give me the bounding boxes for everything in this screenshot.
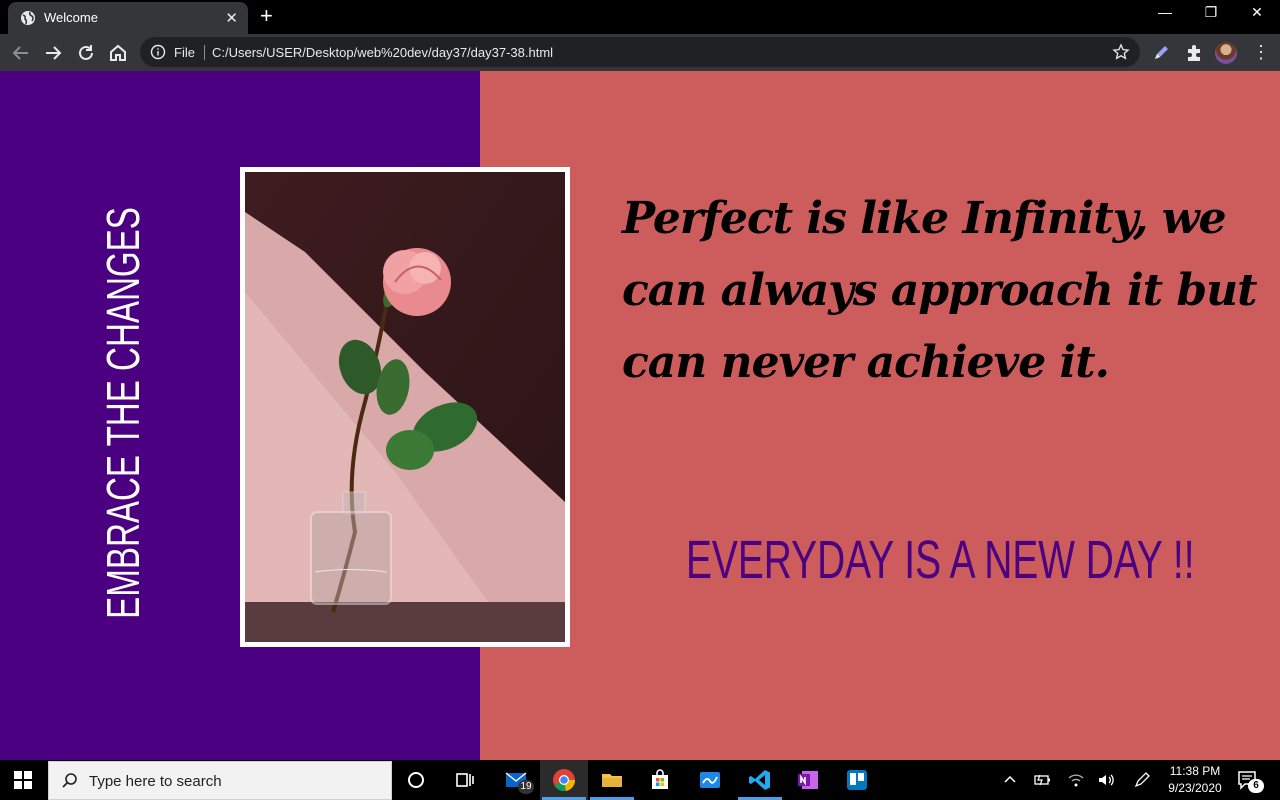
taskbar-search-input[interactable]: Type here to search [48,761,392,800]
url-divider [204,45,205,60]
close-tab-icon[interactable]: ✕ [225,9,238,27]
onenote-icon [798,771,818,789]
notification-count: 6 [1248,779,1264,793]
clock-time: 11:38 PM [1169,764,1221,778]
chrome-icon [553,769,576,792]
task-view-icon [456,773,474,787]
pen-workspace-button[interactable] [1132,770,1152,790]
cortana-button[interactable] [392,760,440,800]
web-page: EMBRACE THE CHANGES Perfect is like Infi… [0,71,1280,760]
extensions-puzzle-icon[interactable] [1184,43,1204,63]
search-placeholder: Type here to search [89,773,222,790]
restore-button[interactable]: ❐ [1188,4,1234,21]
address-bar[interactable]: File C:/Users/USER/Desktop/web%20dev/day… [140,37,1140,67]
url-text[interactable]: C:/Users/USER/Desktop/web%20dev/day37/da… [212,45,553,60]
windows-start-icon[interactable] [14,771,32,789]
speaker-icon [1099,774,1114,786]
right-panel [480,71,1280,760]
tagline: EVERYDAY IS A NEW DAY !! [686,529,1280,591]
taskbar-clock[interactable]: 11:38 PM 9/23/2020 [1160,763,1230,797]
whiteboard-icon [700,772,720,788]
show-hidden-icons-button[interactable] [1000,770,1020,790]
wifi-icon [1068,774,1084,787]
arrow-left-icon [12,46,28,60]
reload-button[interactable] [73,40,99,66]
volume-tray-button[interactable] [1096,770,1116,790]
new-tab-button[interactable]: + [260,5,273,27]
battery-icon [1034,774,1050,786]
browser-menu-icon[interactable]: ⋮ [1252,42,1270,62]
vertical-heading-text: EMBRACE THE CHANGES [97,207,149,619]
rose-in-vase-image [245,172,565,642]
reload-icon [79,45,93,60]
vscode-icon [749,770,770,790]
forward-button[interactable] [40,40,66,66]
folder-icon [602,774,622,787]
tab-welcome[interactable]: Welcome ✕ [8,2,248,34]
task-view-button[interactable] [440,760,488,800]
minimize-button[interactable]: — [1142,4,1188,20]
browser-toolbar: File C:/Users/USER/Desktop/web%20dev/day… [0,34,1280,71]
mail-app-button[interactable]: 19 [492,760,540,800]
home-icon [110,44,126,61]
chrome-app-button[interactable] [540,760,588,800]
close-window-button[interactable]: ✕ [1234,4,1280,21]
wifi-tray-button[interactable] [1066,770,1086,790]
windows-taskbar: Type here to search 19 11:38 PM 9/23/202… [0,760,1280,800]
info-icon[interactable] [150,44,166,60]
quote-text: Perfect is like Infinity, we can always … [622,193,1258,388]
rose-photo [245,172,565,642]
trello-icon [847,770,867,790]
store-bag-icon [652,769,668,789]
pen-icon [1134,772,1150,788]
clock-date: 9/23/2020 [1168,781,1222,795]
photo-frame [240,167,570,647]
bookmark-star-icon[interactable] [1112,43,1130,61]
arrow-right-icon [46,46,62,60]
tagline-text: EVERYDAY IS A NEW DAY !! [686,530,1195,590]
tab-title: Welcome [44,10,98,25]
chevron-up-icon [1004,775,1016,783]
pen-extension-icon[interactable] [1151,43,1171,63]
mail-badge: 19 [518,780,534,794]
home-button[interactable] [105,40,131,66]
vscode-app-button[interactable] [736,760,784,800]
action-center-button[interactable]: 6 [1236,769,1264,793]
battery-tray-button[interactable] [1032,770,1052,790]
search-icon [62,773,77,788]
vertical-heading: EMBRACE THE CHANGES [96,127,150,699]
store-app-button[interactable] [636,760,684,800]
browser-tab-strip: Welcome ✕ + — ❐ ✕ [0,0,1280,34]
back-button[interactable] [8,40,34,66]
whiteboard-app-button[interactable] [686,760,734,800]
trello-app-button[interactable] [833,760,881,800]
profile-avatar[interactable] [1215,42,1237,64]
cortana-circle-icon [408,772,424,788]
url-scheme-label: File [174,45,195,60]
onenote-app-button[interactable] [784,760,832,800]
globe-icon [21,11,35,25]
file-explorer-button[interactable] [588,760,636,800]
